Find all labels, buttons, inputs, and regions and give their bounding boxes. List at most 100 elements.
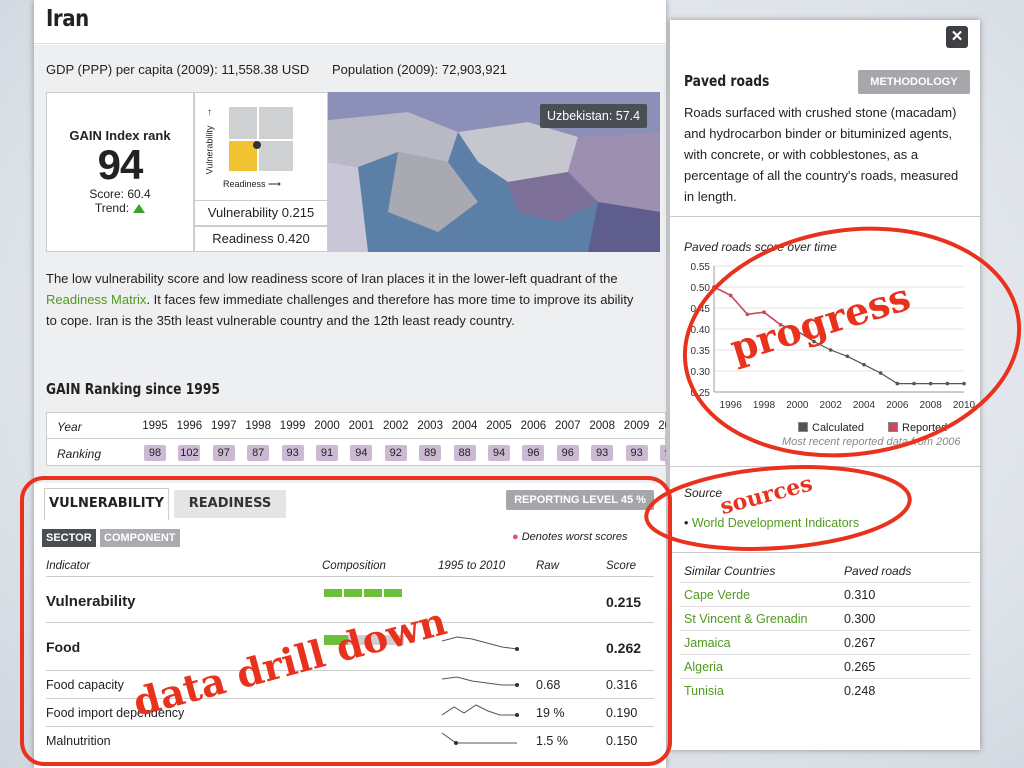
year-cell: 2006 xyxy=(520,420,547,432)
x-tick-label: 2008 xyxy=(920,400,943,411)
sector-toggle[interactable]: SECTOR xyxy=(42,529,96,547)
year-cell: 2001 xyxy=(348,420,375,432)
divider xyxy=(670,552,980,553)
y-tick-label: 0.25 xyxy=(691,388,711,399)
similar-country-link[interactable]: Tunisia xyxy=(684,684,724,698)
rank-box: GAIN Index rank 94 Score: 60.4 Trend: xyxy=(46,92,194,252)
close-icon: ✕ xyxy=(950,28,964,45)
indicator-row-malnutrition[interactable]: Malnutrition 1.5 % 0.150 xyxy=(46,726,654,754)
map-region xyxy=(328,162,368,252)
col-score: Score xyxy=(606,560,637,572)
rank-badge: 91 xyxy=(316,445,338,461)
source-link[interactable]: World Development Indicators xyxy=(692,516,859,530)
country-marker xyxy=(253,141,261,149)
trend-up-icon xyxy=(133,204,146,213)
similar-country-link[interactable]: Algeria xyxy=(684,660,723,674)
year-cell: 2004 xyxy=(451,420,478,432)
close-button[interactable]: ✕ xyxy=(946,26,968,48)
ranking-title: GAIN Ranking since 1995 xyxy=(46,380,220,398)
chart-note: Most recent reported data from 2006 xyxy=(782,436,961,448)
matrix-cell xyxy=(259,141,293,171)
col-range: 1995 to 2010 xyxy=(438,560,506,572)
y-tick-label: 0.30 xyxy=(691,367,711,378)
rank-badge: 102 xyxy=(178,445,201,461)
similar-row[interactable]: Jamaica 0.267 xyxy=(680,630,970,654)
rank-badge: 93 xyxy=(281,445,304,461)
indicator-name: Vulnerability xyxy=(46,593,136,610)
x-tick-label: 2006 xyxy=(886,400,909,411)
legend-swatch xyxy=(888,422,898,432)
data-point-calculated xyxy=(945,381,950,386)
divider xyxy=(670,466,980,467)
readiness-matrix-link[interactable]: Readiness Matrix xyxy=(46,292,146,307)
rank-badge: 94 xyxy=(660,445,666,461)
sparkline xyxy=(442,704,519,717)
similar-row[interactable]: Cape Verde 0.310 xyxy=(680,582,970,606)
x-tick-label: 2004 xyxy=(853,400,876,411)
data-point-calculated xyxy=(862,362,866,367)
sparkline xyxy=(442,676,519,687)
rank-badge: 94 xyxy=(350,445,373,461)
col-indicator: Indicator xyxy=(46,560,91,572)
tab-readiness[interactable]: READINESS xyxy=(174,490,286,518)
value-header: Paved roads xyxy=(844,564,912,578)
year-cell: 2002 xyxy=(383,420,409,432)
world-map[interactable]: Uzbekistan: 57.4 xyxy=(328,92,660,252)
indicator-score: 0.190 xyxy=(606,706,638,720)
x-tick-label: 1998 xyxy=(753,400,776,411)
ranking-rank-row: Ranking 98 102 97 87 93 91 94 92 89 88 94 96 96 93 93 9… xyxy=(47,440,666,466)
year-cell: 2008 xyxy=(589,420,615,432)
x-tick-label: 2002 xyxy=(820,400,843,411)
data-point-calculated xyxy=(845,354,850,359)
rank-badge: 87 xyxy=(247,445,270,461)
trend-label: Trend: xyxy=(94,201,130,215)
year-cell: 1995 xyxy=(142,420,168,432)
year-cell: 2000 xyxy=(314,420,340,432)
year-cell: 1997 xyxy=(211,420,237,432)
similar-value: 0.300 xyxy=(844,612,876,626)
similar-header: Similar Countries xyxy=(684,564,776,578)
data-point-calculated xyxy=(828,348,833,352)
year-label: Year xyxy=(57,420,82,434)
year-cell: 1999 xyxy=(279,420,306,432)
rank-score: Score: 60.4 xyxy=(89,187,151,201)
methodology-button[interactable]: METHODOLOGY xyxy=(858,70,970,94)
col-composition: Composition xyxy=(322,560,386,572)
legend-reported: Reported xyxy=(888,422,947,434)
year-cell: 2005 xyxy=(486,420,512,432)
country-description: The low vulnerability score and low read… xyxy=(46,271,634,328)
data-point-calculated xyxy=(912,381,916,386)
indicator-score: 0.215 xyxy=(606,594,642,610)
rank-badge: 94 xyxy=(488,445,510,461)
similar-row[interactable]: Tunisia 0.248 xyxy=(680,678,970,702)
worst-score-note: ● Denotes worst scores xyxy=(512,531,628,543)
similar-row[interactable]: St Vincent & Grenadin 0.300 xyxy=(680,606,970,630)
sparkline xyxy=(442,636,519,651)
tab-vulnerability[interactable]: VULNERABILITY xyxy=(44,488,169,520)
data-point-calculated xyxy=(928,381,933,386)
indicator-name: Food capacity xyxy=(46,678,124,692)
y-tick-label: 0.45 xyxy=(691,304,711,315)
similar-country-link[interactable]: St Vincent & Grenadin xyxy=(684,612,807,626)
arrow-up-icon: ↑ xyxy=(207,107,212,118)
matrix-cell xyxy=(229,107,257,139)
rank-badge: 88 xyxy=(453,445,476,461)
indicator-row-vulnerability[interactable]: Vulnerability 0.215 xyxy=(46,576,654,622)
similar-value: 0.267 xyxy=(844,636,876,650)
data-point-calculated xyxy=(962,381,966,386)
rank-badge: 93 xyxy=(591,445,614,461)
ranking-table: Year 1995 1996 1997 1998 1999 2000 2001 2002 200… xyxy=(46,412,666,466)
rank-badge: 93 xyxy=(625,445,648,461)
component-toggle[interactable]: COMPONENT xyxy=(100,529,180,547)
y-tick-label: 0.50 xyxy=(691,283,711,294)
similar-country-link[interactable]: Cape Verde xyxy=(684,588,750,602)
similar-country-link[interactable]: Jamaica xyxy=(684,636,731,650)
indicator-panel: ✕ Paved roads METHODOLOGY Roads surfaced… xyxy=(670,20,980,750)
indicator-title: Paved roads xyxy=(684,72,770,90)
map-region xyxy=(388,152,478,232)
vulnerability-value: Vulnerability 0.215 xyxy=(194,200,328,226)
divider xyxy=(670,216,980,217)
similar-row[interactable]: Algeria 0.265 xyxy=(680,654,970,678)
indicator-raw: 19 % xyxy=(536,706,565,720)
composition-bar xyxy=(324,589,404,597)
